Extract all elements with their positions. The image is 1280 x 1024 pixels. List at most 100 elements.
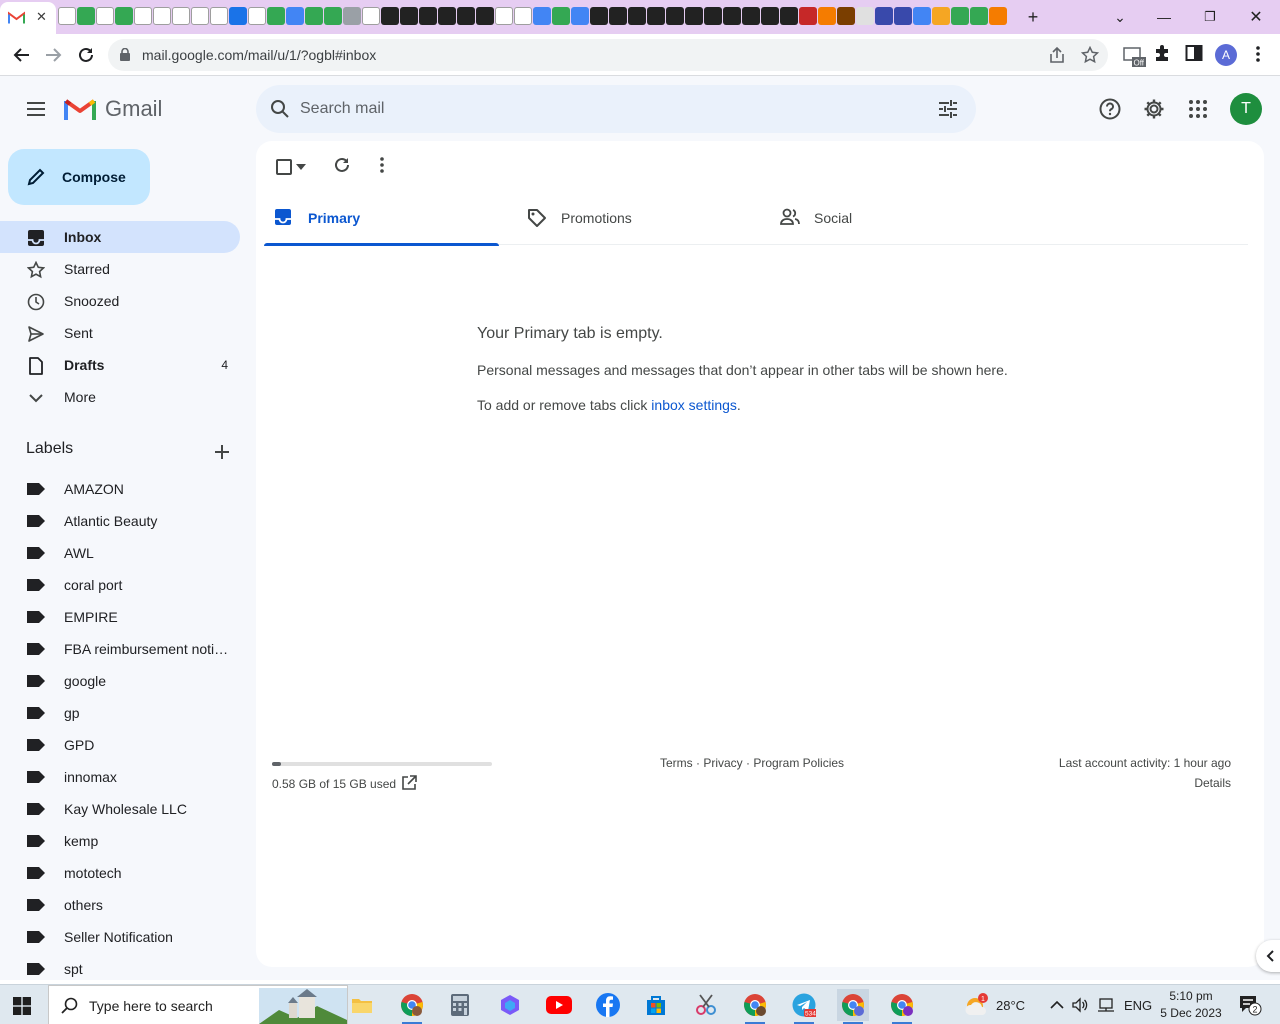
inbox-settings-link[interactable]: inbox settings — [651, 397, 737, 413]
tab-primary[interactable]: Primary — [264, 193, 499, 246]
share-icon[interactable] — [1048, 46, 1066, 64]
pinned-tab[interactable] — [533, 7, 551, 25]
copilot-icon[interactable] — [494, 989, 526, 1021]
microsoft-store-icon[interactable] — [640, 989, 672, 1021]
pinned-tab[interactable] — [419, 7, 437, 25]
new-tab-icon[interactable]: + — [1020, 0, 1046, 34]
refresh-icon[interactable] — [330, 153, 354, 177]
pinned-tab[interactable] — [324, 7, 342, 25]
pinned-tab[interactable] — [742, 7, 760, 25]
network-icon[interactable] — [1097, 985, 1115, 1024]
pinned-tab[interactable] — [172, 7, 190, 25]
pinned-tab[interactable] — [400, 7, 418, 25]
close-window-icon[interactable]: ✕ — [1244, 0, 1268, 34]
pinned-tab[interactable] — [58, 7, 76, 25]
pinned-tab[interactable] — [951, 7, 969, 25]
pinned-tab[interactable] — [438, 7, 456, 25]
label-item[interactable]: Atlantic Beauty — [0, 505, 240, 537]
restore-icon[interactable]: ❐ — [1198, 0, 1222, 34]
pinned-tab[interactable] — [704, 7, 722, 25]
main-menu-icon[interactable] — [16, 89, 56, 129]
snipping-tool-icon[interactable] — [690, 989, 722, 1021]
label-item[interactable]: coral port — [0, 569, 240, 601]
create-label-icon[interactable] — [210, 440, 234, 464]
footer-links[interactable]: Terms · Privacy · Program Policies — [660, 756, 844, 770]
pinned-tab[interactable] — [267, 7, 285, 25]
settings-gear-icon[interactable] — [1141, 96, 1167, 122]
pinned-tab[interactable] — [723, 7, 741, 25]
label-item[interactable]: Kay Wholesale LLC — [0, 793, 240, 825]
system-clock[interactable]: 5:10 pm 5 Dec 2023 — [1160, 988, 1222, 1022]
pinned-tab[interactable] — [77, 7, 95, 25]
notification-center-icon[interactable]: 2 — [1238, 985, 1262, 1024]
pinned-tab[interactable] — [761, 7, 779, 25]
pinned-tab[interactable] — [609, 7, 627, 25]
pinned-tab[interactable] — [229, 7, 247, 25]
open-in-new-icon[interactable] — [401, 775, 417, 791]
pinned-tab[interactable] — [191, 7, 209, 25]
label-item[interactable]: mototech — [0, 857, 240, 889]
tab-promotions[interactable]: Promotions — [517, 193, 752, 245]
browser-menu-icon[interactable] — [1256, 46, 1260, 67]
label-item[interactable]: kemp — [0, 825, 240, 857]
support-help-icon[interactable] — [1097, 96, 1123, 122]
pinned-tab[interactable] — [666, 7, 684, 25]
pinned-tab[interactable] — [970, 7, 988, 25]
windows-start-icon[interactable] — [13, 997, 31, 1015]
sidebar-item-more[interactable]: More — [0, 381, 240, 413]
show-side-panel-icon[interactable] — [1256, 940, 1280, 972]
pinned-tab[interactable] — [856, 7, 874, 25]
more-actions-icon[interactable] — [370, 153, 394, 177]
bookmark-star-icon[interactable] — [1081, 46, 1099, 64]
account-avatar[interactable]: T — [1230, 93, 1262, 125]
pinned-tab[interactable] — [210, 7, 228, 25]
pinned-tab[interactable] — [818, 7, 836, 25]
extensions-puzzle-icon[interactable] — [1153, 44, 1171, 67]
compose-button[interactable]: Compose — [8, 149, 150, 205]
tab-search-icon[interactable]: ⌄ — [1108, 0, 1132, 34]
pinned-tab[interactable] — [495, 7, 513, 25]
label-item[interactable]: FBA reimbursement notifications — [0, 633, 240, 665]
pinned-tab[interactable] — [514, 7, 532, 25]
sidebar-item-drafts[interactable]: Drafts 4 — [0, 349, 240, 381]
pinned-tab[interactable] — [248, 7, 266, 25]
chrome-profile-2-icon[interactable] — [739, 989, 771, 1024]
pinned-tab[interactable] — [685, 7, 703, 25]
label-item[interactable]: spt — [0, 953, 240, 985]
telegram-icon[interactable]: 534 — [788, 989, 820, 1024]
label-item[interactable]: innomax — [0, 761, 240, 793]
volume-icon[interactable] — [1072, 985, 1088, 1024]
sidebar-item-sent[interactable]: Sent — [0, 317, 240, 349]
label-item[interactable]: Seller Notification — [0, 921, 240, 953]
search-options-icon[interactable] — [936, 97, 960, 121]
chrome-profile-3-icon[interactable] — [837, 989, 869, 1024]
extension-off-icon[interactable]: Off — [1122, 44, 1146, 68]
label-item[interactable]: gp — [0, 697, 240, 729]
chrome-profile-1-icon[interactable] — [396, 989, 428, 1024]
weather-widget[interactable]: 1 28°C — [964, 985, 1025, 1024]
pinned-tab[interactable] — [932, 7, 950, 25]
select-dropdown-icon[interactable] — [293, 155, 309, 179]
label-item[interactable]: others — [0, 889, 240, 921]
calculator-icon[interactable] — [444, 989, 476, 1021]
tab-gmail[interactable]: ✕ — [0, 2, 56, 34]
pinned-tab[interactable] — [780, 7, 798, 25]
pinned-tab[interactable] — [590, 7, 608, 25]
pinned-tab[interactable] — [552, 7, 570, 25]
details-link[interactable]: Details — [1194, 776, 1231, 790]
pinned-tab[interactable] — [628, 7, 646, 25]
pinned-tab[interactable] — [799, 7, 817, 25]
file-explorer-icon[interactable] — [346, 989, 378, 1021]
input-language[interactable]: ENG — [1124, 985, 1152, 1024]
sidebar-item-starred[interactable]: Starred — [0, 253, 240, 285]
pinned-tab[interactable] — [115, 7, 133, 25]
close-tab-icon[interactable]: ✕ — [36, 9, 47, 25]
label-item[interactable]: google — [0, 665, 240, 697]
label-item[interactable]: AWL — [0, 537, 240, 569]
pinned-tab[interactable] — [134, 7, 152, 25]
minimize-icon[interactable]: — — [1152, 0, 1176, 34]
show-hidden-icons[interactable] — [1050, 985, 1064, 1024]
pinned-tab[interactable] — [362, 7, 380, 25]
back-icon[interactable] — [9, 42, 35, 68]
pinned-tab[interactable] — [286, 7, 304, 25]
